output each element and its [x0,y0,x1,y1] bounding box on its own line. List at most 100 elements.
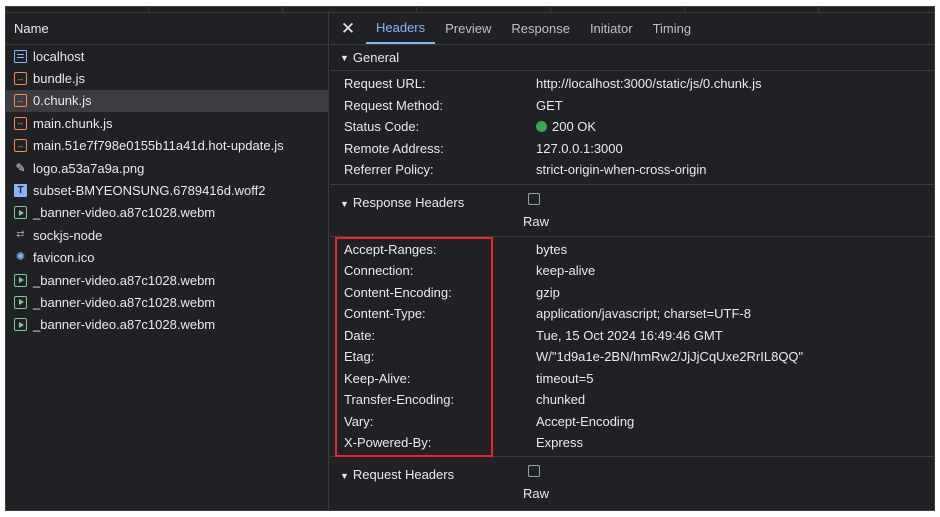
response-header-row: Accept-Ranges: bytes [330,239,934,261]
header-value: http://localhost:3000/static/js/0.chunk.… [536,76,762,91]
response-headers-title: Response Headers [352,194,465,210]
document-icon [14,49,27,63]
request-row-0-chunk-js[interactable]: ↔ 0.chunk.js [6,89,328,113]
header-value: Tue, 15 Oct 2024 16:49:46 GMT [536,327,723,343]
request-name: main.chunk.js [33,115,113,131]
request-row-bundle-js[interactable]: ↔ bundle.js [6,67,328,89]
status-ok-icon [536,121,547,132]
request-name: _banner-video.a87c1028.webm [33,317,216,333]
header-key: Request URL: [344,76,426,91]
script-icon: ↔ [14,116,27,130]
header-value: W/"1d9a1e-2BN/hmRw2/JjJjCqUxe2RrIL8QQ" [536,349,804,364]
header-value: application/javascript; charset=UTF-8 [536,306,751,321]
request-row-font-woff2[interactable]: T subset-BMYEONSUNG.6789416d.woff2 [6,179,328,201]
header-key: Content-Encoding: [344,284,452,300]
response-header-row: X-Powered-By: Express [330,432,934,454]
request-headers-title: Request Headers [352,466,455,482]
tab-response[interactable]: Response [501,13,580,44]
header-value: strict-origin-when-cross-origin [536,162,707,177]
name-column-header[interactable]: Name [6,13,328,45]
status-code-text: 200 OK [552,119,597,134]
media-icon [14,318,27,332]
font-icon: T [14,184,27,198]
general-row: Referrer Policy: strict-origin-when-cros… [330,159,934,181]
raw-checkbox[interactable] [528,192,540,205]
general-title: General [352,50,400,65]
general-section: Request URL: http://localhost:3000/stati… [330,71,934,185]
request-name: bundle.js [33,71,86,87]
media-icon [14,295,27,309]
header-value: keep-alive [536,263,596,278]
header-key: Etag: [344,349,375,364]
request-name: sockjs-node [33,227,103,243]
tab-preview[interactable]: Preview [435,13,501,44]
header-key: Content-Type: [344,306,426,321]
response-header-row: Vary: Accept-Encoding [330,411,934,433]
request-list: Name localhost ↔ bundle.js ↔ 0.chunk.js … [6,13,329,510]
request-row-logo-png[interactable]: ✎ logo.a53a7a9a.png [6,157,328,179]
header-key: Request Method: [344,97,444,113]
header-key: Date: [344,327,376,343]
tab-headers[interactable]: Headers [366,13,436,44]
header-value: Accept-Encoding [536,413,635,429]
response-header-row: Transfer-Encoding: chunked [330,389,934,411]
request-name: subset-BMYEONSUNG.6789416d.woff2 [33,183,266,199]
response-headers-section-header: ▼ Response Headers Raw [330,185,934,237]
triangle-down-icon: ▼ [340,470,349,481]
request-name: favicon.ico [33,250,95,266]
request-row-favicon[interactable]: ✺ favicon.ico [6,247,328,269]
header-key: Keep-Alive: [344,370,411,386]
header-key: X-Powered-By: [344,435,432,450]
request-headers-section-header: ▼ Request Headers Raw [330,457,934,509]
header-key: Connection: [344,263,414,278]
request-name: _banner-video.a87c1028.webm [33,272,216,288]
raw-checkbox[interactable] [528,464,540,477]
header-value: gzip [536,284,560,300]
response-header-row: Connection: keep-alive [330,260,934,282]
request-row-hot-update-js[interactable]: ↔ main.51e7f798e0155b11a41d.hot-update.j… [6,135,328,157]
header-value: timeout=5 [536,370,594,386]
script-icon: ↔ [14,139,27,153]
request-name: logo.a53a7a9a.png [33,160,145,176]
request-name: main.51e7f798e0155b11a41d.hot-update.js [33,138,284,154]
general-row: Remote Address: 127.0.0.1:3000 [330,138,934,160]
request-row-localhost[interactable]: localhost [6,45,328,67]
header-value: 127.0.0.1:3000 [536,140,623,156]
request-row-main-chunk-js[interactable]: ↔ main.chunk.js [6,112,328,134]
tab-initiator[interactable]: Initiator [580,13,643,44]
header-key: Remote Address: [344,140,444,156]
details-tab-bar: ✕ Headers Preview Response Initiator Tim… [330,13,934,45]
request-row-banner-video-3[interactable]: _banner-video.a87c1028.webm [6,291,328,313]
triangle-down-icon: ▼ [340,52,349,63]
header-key: Referrer Policy: [344,162,434,177]
request-details-panel: ✕ Headers Preview Response Initiator Tim… [330,13,934,510]
response-header-row: Content-Type: application/javascript; ch… [330,303,934,325]
response-header-row: Etag: W/"1d9a1e-2BN/hmRw2/JjJjCqUxe2RrIL… [330,346,934,368]
general-row: Request URL: http://localhost:3000/stati… [330,73,934,95]
media-icon [14,206,27,220]
header-key: Vary: [344,413,374,429]
response-header-row: Keep-Alive: timeout=5 [330,368,934,390]
request-row-banner-video-2[interactable]: _banner-video.a87c1028.webm [6,269,328,291]
request-row-banner-video-4[interactable]: _banner-video.a87c1028.webm [6,314,328,336]
close-icon[interactable]: ✕ [330,13,366,44]
response-headers-toggle[interactable]: ▼ Response Headers [340,195,464,210]
media-icon [14,273,27,287]
devtools-network-panel: Name localhost ↔ bundle.js ↔ 0.chunk.js … [5,6,935,511]
header-value: chunked [536,392,586,407]
image-icon: ✎ [15,161,26,176]
request-headers-toggle[interactable]: ▼ Request Headers [340,467,454,482]
header-key: Transfer-Encoding: [344,392,455,407]
tab-timing[interactable]: Timing [643,13,702,44]
triangle-down-icon: ▼ [340,198,349,209]
status-code-value: 200 OK [536,119,596,134]
general-section-toggle[interactable]: ▼ General [330,45,934,71]
favicon-icon: ✺ [15,251,26,264]
raw-label: Raw [523,485,550,501]
websocket-icon: ⇄ [16,229,25,241]
header-value: bytes [536,241,568,257]
header-key: Accept-Ranges: [344,241,437,257]
request-name: _banner-video.a87c1028.webm [33,205,216,221]
request-row-banner-video-1[interactable]: _banner-video.a87c1028.webm [6,202,328,224]
request-row-sockjs-node[interactable]: ⇄ sockjs-node [6,224,328,246]
